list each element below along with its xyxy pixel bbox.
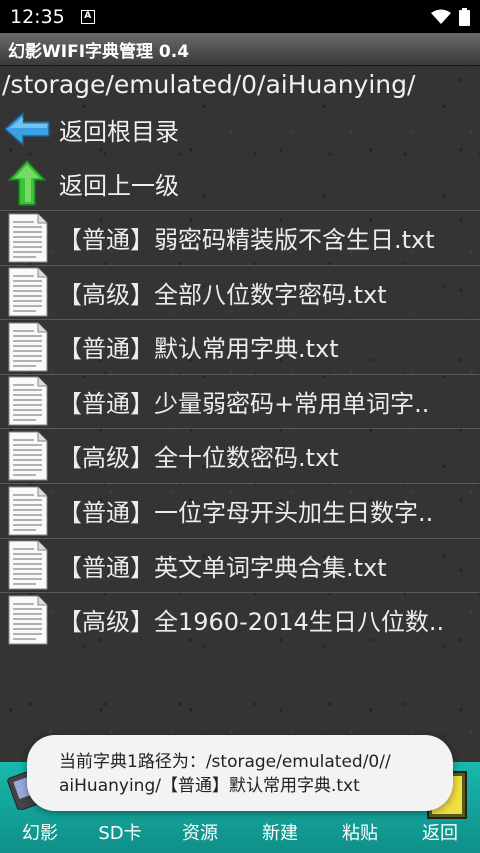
- file-name: 【普通】英文单词字典合集.txt: [58, 553, 387, 582]
- toolbar-label: 资源: [182, 823, 218, 844]
- text-file-icon: [8, 595, 48, 645]
- toast-line-1: 当前字典1路径为：/storage/emulated/0//: [59, 752, 391, 772]
- toolbar-label: 新建: [262, 823, 298, 844]
- app-title-bar: 幻影WIFI字典管理 0.4: [0, 33, 480, 66]
- text-file-icon: [8, 376, 48, 426]
- file-name: 【普通】默认常用字典.txt: [58, 335, 339, 364]
- wifi-icon: [431, 9, 451, 24]
- file-name: 【高级】全部八位数字密码.txt: [58, 280, 387, 309]
- file-list-item[interactable]: 【普通】英文单词字典合集.txt: [0, 537, 480, 592]
- current-path: /storage/emulated/0/aiHuanying/: [2, 70, 416, 99]
- toast-line-2: aiHuanying/【普通】默认常用字典.txt: [59, 776, 360, 796]
- nav-up-label: 返回上一级: [59, 171, 179, 200]
- toolbar-label: 返回: [422, 823, 458, 844]
- nav-up-button[interactable]: 返回上一级: [0, 158, 480, 208]
- file-list-item[interactable]: 【高级】全十位数密码.txt: [0, 428, 480, 482]
- file-list-item[interactable]: 【普通】一位字母开头加生日数字..: [0, 483, 480, 537]
- toast-message: 当前字典1路径为：/storage/emulated/0// aiHuanyin…: [27, 735, 453, 811]
- toolbar-label: 粘贴: [342, 823, 378, 844]
- notification-icon: A: [80, 9, 95, 24]
- file-list-item[interactable]: 【高级】全部八位数字密码.txt: [0, 264, 480, 319]
- battery-icon: [459, 7, 470, 26]
- text-file-icon: [8, 540, 48, 590]
- file-list-item[interactable]: 【普通】弱密码精装版不含生日.txt: [0, 210, 480, 264]
- file-name: 【普通】一位字母开头加生日数字..: [58, 499, 434, 527]
- status-bar: 12:35 A: [0, 0, 480, 33]
- file-list-item[interactable]: 【普通】少量弱密码+常用单词字..: [0, 373, 480, 428]
- text-file-icon: [8, 431, 48, 481]
- toolbar-label: 幻影: [22, 823, 58, 844]
- file-name: 【高级】全十位数密码.txt: [58, 444, 339, 473]
- text-file-icon: [8, 267, 48, 317]
- status-icons: [431, 7, 470, 26]
- file-list-item[interactable]: 【高级】全1960-2014生日八位数..: [0, 592, 480, 646]
- text-file-icon: [8, 322, 48, 372]
- text-file-icon: [8, 213, 48, 262]
- nav-root-button[interactable]: 返回根目录: [0, 104, 480, 154]
- toolbar-label: SD卡: [98, 823, 142, 844]
- left-arrow-icon: [3, 111, 50, 147]
- app-title: 幻影WIFI字典管理 0.4: [8, 41, 190, 62]
- nav-root-label: 返回根目录: [59, 117, 179, 146]
- file-browser: /storage/emulated/0/aiHuanying/ 返回根目录 返回…: [0, 66, 480, 762]
- status-time: 12:35: [10, 5, 65, 28]
- file-name: 【普通】少量弱密码+常用单词字..: [58, 389, 430, 418]
- text-file-icon: [8, 486, 48, 535]
- file-name: 【高级】全1960-2014生日八位数..: [58, 608, 445, 637]
- file-name: 【普通】弱密码精装版不含生日.txt: [58, 226, 435, 254]
- up-arrow-icon: [7, 160, 47, 206]
- file-list-item[interactable]: 【普通】默认常用字典.txt: [0, 319, 480, 373]
